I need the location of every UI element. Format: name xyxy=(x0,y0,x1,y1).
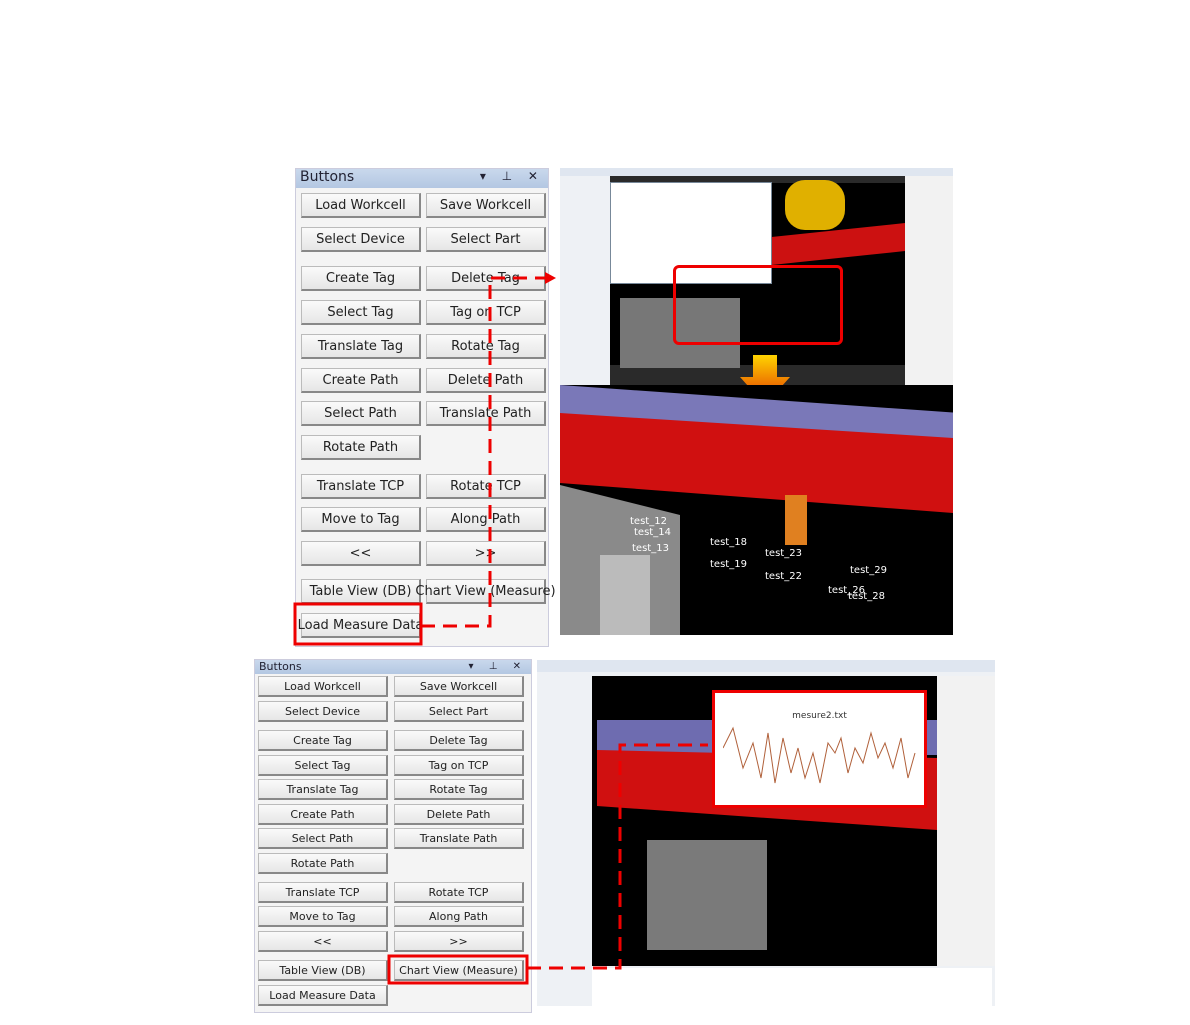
button-along-path[interactable]: Along Path xyxy=(426,507,546,532)
button-[interactable]: >> xyxy=(394,931,524,952)
button-select-part[interactable]: Select Part xyxy=(426,227,546,252)
tag-label[interactable]: test_13 xyxy=(632,543,669,554)
measurement-line-chart xyxy=(723,726,916,784)
button-save-workcell[interactable]: Save Workcell xyxy=(394,676,524,697)
button-select-device[interactable]: Select Device xyxy=(301,227,421,252)
tag-label[interactable]: test_22 xyxy=(765,571,802,582)
button-load-workcell[interactable]: Load Workcell xyxy=(258,676,388,697)
button-translate-path[interactable]: Translate Path xyxy=(394,828,524,849)
tag-label[interactable]: test_23 xyxy=(765,548,802,559)
button-move-to-tag[interactable]: Move to Tag xyxy=(258,906,388,927)
button-rotate-tag[interactable]: Rotate Tag xyxy=(426,334,546,359)
button-load-workcell[interactable]: Load Workcell xyxy=(301,193,421,218)
button-delete-tag[interactable]: Delete Tag xyxy=(426,266,546,291)
button-translate-tag[interactable]: Translate Tag xyxy=(258,779,388,800)
button-translate-tcp[interactable]: Translate TCP xyxy=(258,882,388,903)
button-along-path[interactable]: Along Path xyxy=(394,906,524,927)
tag-label[interactable]: test_28 xyxy=(848,591,885,602)
button-translate-path[interactable]: Translate Path xyxy=(426,401,546,426)
button-rotate-tcp[interactable]: Rotate TCP xyxy=(394,882,524,903)
button-translate-tag[interactable]: Translate Tag xyxy=(301,334,421,359)
button-delete-path[interactable]: Delete Path xyxy=(394,804,524,825)
button-select-path[interactable]: Select Path xyxy=(258,828,388,849)
button-delete-tag[interactable]: Delete Tag xyxy=(394,730,524,751)
panel-header: Buttons ▾ ⊥ ✕ xyxy=(296,169,548,188)
button-select-device[interactable]: Select Device xyxy=(258,701,388,722)
button-rotate-path[interactable]: Rotate Path xyxy=(301,435,421,460)
button-save-workcell[interactable]: Save Workcell xyxy=(426,193,546,218)
button-[interactable]: << xyxy=(258,931,388,952)
panel-title: Buttons xyxy=(300,169,355,185)
button-load-measure-data[interactable]: Load Measure Data xyxy=(298,613,423,638)
button-rotate-tcp[interactable]: Rotate TCP xyxy=(426,474,546,499)
button-table-view-db[interactable]: Table View (DB) xyxy=(258,960,388,981)
button-load-measure-data[interactable]: Load Measure Data xyxy=(258,985,388,1006)
button-create-path[interactable]: Create Path xyxy=(301,368,421,393)
panel-controls-icon[interactable]: ▾ ⊥ ✕ xyxy=(469,660,527,674)
button-rotate-path[interactable]: Rotate Path xyxy=(258,853,388,874)
button-select-tag[interactable]: Select Tag xyxy=(258,755,388,776)
button-select-part[interactable]: Select Part xyxy=(394,701,524,722)
button-select-tag[interactable]: Select Tag xyxy=(301,300,421,325)
app-screenshot-load-data xyxy=(560,168,953,385)
zoomed-3d-view: test_12 test_14 test_13 test_18 test_19 … xyxy=(560,385,953,635)
button-create-tag[interactable]: Create Tag xyxy=(258,730,388,751)
tag-label[interactable]: test_19 xyxy=(710,559,747,570)
button-translate-tcp[interactable]: Translate TCP xyxy=(301,474,421,499)
highlight-box xyxy=(673,265,843,345)
panel-controls-icon[interactable]: ▾ ⊥ ✕ xyxy=(480,169,544,183)
button-delete-path[interactable]: Delete Path xyxy=(426,368,546,393)
button-rotate-tag[interactable]: Rotate Tag xyxy=(394,779,524,800)
button-create-path[interactable]: Create Path xyxy=(258,804,388,825)
tag-label[interactable]: test_29 xyxy=(850,565,887,576)
app-screenshot-chart-view: mesure2.txt xyxy=(537,660,995,1006)
button-select-path[interactable]: Select Path xyxy=(301,401,421,426)
button-table-view-db[interactable]: Table View (DB) xyxy=(301,579,421,604)
button-create-tag[interactable]: Create Tag xyxy=(301,266,421,291)
chart-title: mesure2.txt xyxy=(792,711,847,721)
panel-title: Buttons xyxy=(259,660,302,673)
button-chart-view-measure[interactable]: Chart View (Measure) xyxy=(415,579,556,604)
tag-label[interactable]: test_18 xyxy=(710,537,747,548)
panel-header: Buttons ▾ ⊥ ✕ xyxy=(255,660,531,674)
chart-window[interactable]: mesure2.txt xyxy=(712,690,927,808)
tag-label[interactable]: test_14 xyxy=(634,527,671,538)
button-[interactable]: << xyxy=(301,541,421,566)
button-[interactable]: >> xyxy=(426,541,546,566)
button-tag-on-tcp[interactable]: Tag on TCP xyxy=(426,300,546,325)
button-move-to-tag[interactable]: Move to Tag xyxy=(301,507,421,532)
button-tag-on-tcp[interactable]: Tag on TCP xyxy=(394,755,524,776)
tag-label[interactable]: test_12 xyxy=(630,516,667,527)
button-chart-view-measure[interactable]: Chart View (Measure) xyxy=(394,960,524,981)
